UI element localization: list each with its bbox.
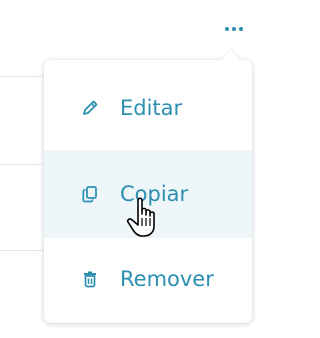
more-actions-button[interactable]: [218, 14, 250, 44]
menu-item-label: Editar: [120, 95, 183, 120]
more-horizontal-icon-dot: [239, 27, 243, 31]
copy-icon: [80, 184, 100, 204]
more-horizontal-icon-dot: [232, 27, 236, 31]
menu-item-label: Remover: [120, 266, 214, 291]
actions-dropdown-menu: Editar Copiar Remover: [44, 50, 252, 323]
more-horizontal-icon: [225, 27, 229, 31]
pencil-icon: [80, 98, 100, 118]
menu-item-remove[interactable]: Remover: [44, 238, 252, 320]
hand-pointer-cursor: [126, 196, 164, 242]
table-row-divider: [0, 164, 48, 165]
table-row-divider: [0, 76, 48, 77]
trash-icon: [80, 269, 100, 289]
table-row-divider: [0, 250, 48, 251]
menu-item-edit[interactable]: Editar: [44, 66, 252, 150]
